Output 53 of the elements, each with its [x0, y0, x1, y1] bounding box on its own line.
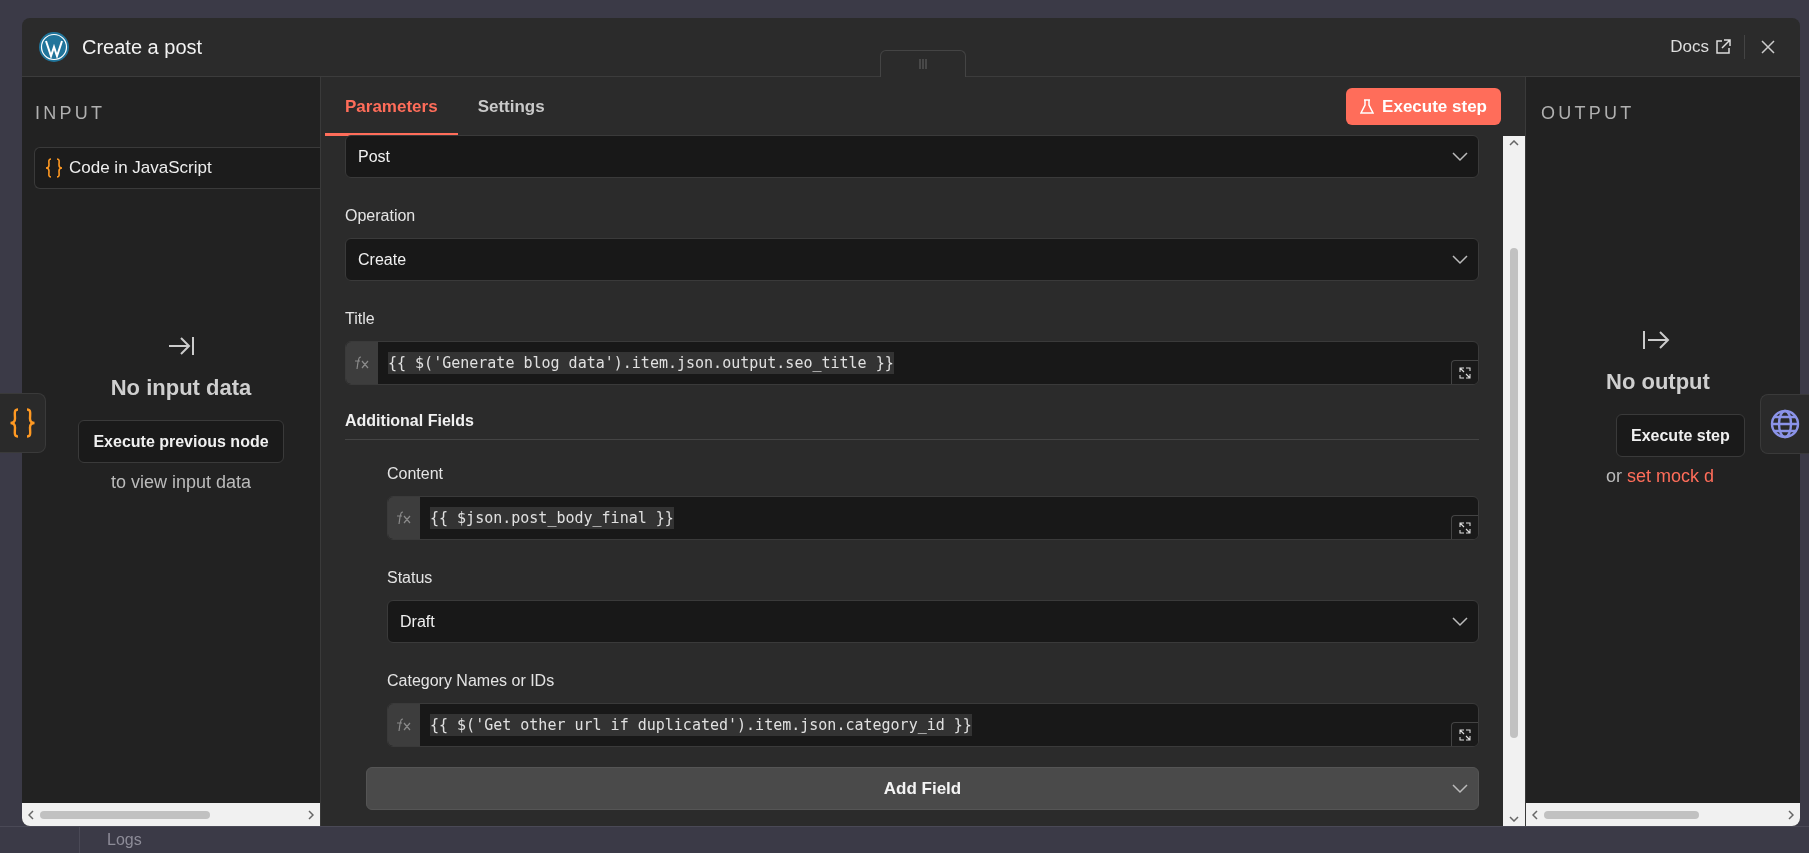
chevron-down-icon	[1452, 616, 1468, 627]
chevron-down-icon	[1452, 151, 1468, 162]
expand-icon[interactable]	[1451, 360, 1478, 384]
field-label: Operation	[345, 206, 417, 226]
field-label: Status	[387, 568, 434, 588]
docs-link[interactable]: Docs	[1670, 34, 1731, 60]
scroll-right-icon[interactable]	[308, 809, 314, 820]
http-node-button[interactable]	[1760, 394, 1809, 454]
scroll-up-icon[interactable]	[1509, 140, 1519, 146]
source-node-chip[interactable]: Code in JavaScript	[34, 147, 320, 189]
field-label: Category Names or IDs	[387, 671, 556, 691]
add-field-button[interactable]: Add Field	[366, 767, 1479, 810]
flask-icon	[1360, 98, 1375, 115]
field-label: Content	[387, 464, 445, 484]
window-title: Create a post	[82, 35, 203, 60]
globe-icon	[1770, 409, 1800, 439]
select-field[interactable]: Draft	[387, 600, 1479, 643]
empty-title: No output	[1606, 368, 1710, 396]
execute-previous-button[interactable]: Execute previous node	[78, 420, 284, 463]
expression-field[interactable]: {{ $('Get other url if duplicated').item.json.category_id }}	[430, 713, 972, 737]
braces-icon	[45, 158, 63, 178]
empty-hint: to view input data	[110, 471, 252, 494]
chevron-down-icon	[1452, 784, 1468, 794]
select-field[interactable]: Create	[345, 238, 1479, 281]
select-field[interactable]: Post	[345, 135, 1479, 178]
expression-field[interactable]: {{ $('Generate blog data').item.json.output.seo_title }}	[388, 351, 894, 375]
mock-data-link[interactable]: set mock d	[1627, 466, 1715, 486]
empty-hint: or set mock d	[1606, 465, 1715, 488]
drag-handle[interactable]	[880, 50, 966, 77]
expand-icon[interactable]	[1451, 722, 1478, 746]
panel-heading: OUTPUT	[1541, 102, 1636, 125]
code-node-button[interactable]	[0, 393, 46, 453]
expression-field[interactable]: {{ $json.post_body_final }}	[430, 506, 674, 530]
scroll-left-icon[interactable]	[1532, 809, 1538, 820]
vertical-scrollbar[interactable]	[1503, 136, 1525, 826]
braces-icon	[9, 408, 36, 438]
horizontal-scrollbar[interactable]	[1526, 803, 1800, 826]
arrow-from-line-icon	[1642, 329, 1670, 351]
section-heading: Additional Fields	[345, 412, 474, 429]
wordpress-logo-icon	[38, 31, 70, 63]
scroll-right-icon[interactable]	[1788, 809, 1794, 820]
arrow-to-line-icon	[167, 335, 195, 357]
horizontal-scrollbar[interactable]	[22, 803, 320, 826]
panel-heading: INPUT	[35, 102, 107, 125]
field-label: Title	[345, 309, 376, 329]
scroll-left-icon[interactable]	[28, 809, 34, 820]
external-link-icon	[1715, 39, 1731, 55]
tab[interactable]: Settings	[457, 77, 565, 136]
expand-icon[interactable]	[1451, 515, 1478, 539]
scroll-down-icon[interactable]	[1509, 816, 1519, 822]
chevron-down-icon	[1452, 254, 1468, 265]
execute-step-button[interactable]: Execute step	[1616, 414, 1745, 457]
empty-title: No input data	[110, 374, 252, 402]
